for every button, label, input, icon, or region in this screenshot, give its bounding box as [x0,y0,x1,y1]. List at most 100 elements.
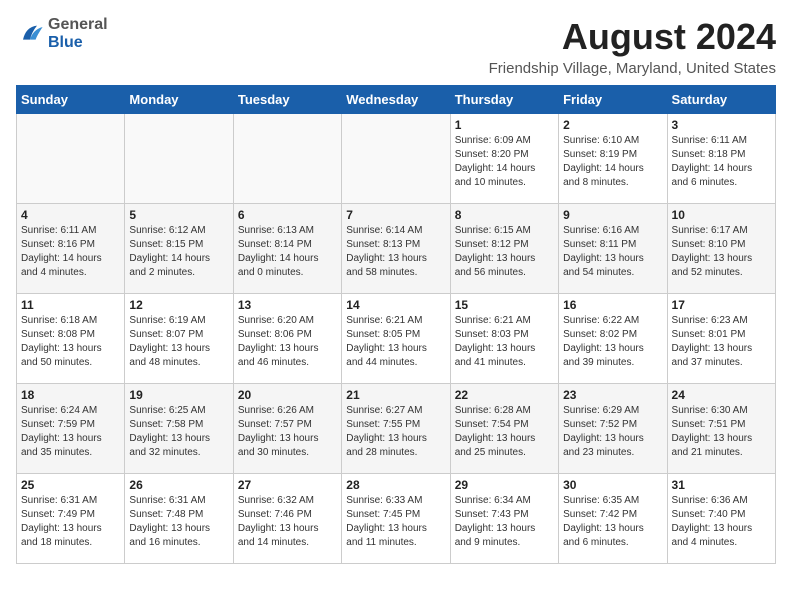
calendar-cell: 11Sunrise: 6:18 AM Sunset: 8:08 PM Dayli… [17,294,125,384]
day-info: Sunrise: 6:09 AM Sunset: 8:20 PM Dayligh… [455,134,554,190]
day-info: Sunrise: 6:35 AM Sunset: 7:42 PM Dayligh… [563,494,662,550]
calendar-cell [125,114,233,204]
week-row-1: 1 Sunrise: 6:09 AM Sunset: 8:20 PM Daylig… [17,114,776,204]
week-row-5: 25 Sunrise: 6:31 AM Sunset: 7:49 PM Dayli… [17,474,776,564]
calendar-cell: 9Sunrise: 6:16 AM Sunset: 8:11 PM Daylig… [559,204,667,294]
header-cell-sunday: Sunday [17,86,125,114]
calendar-cell: 1 Sunrise: 6:09 AM Sunset: 8:20 PM Daylig… [450,114,558,204]
header-cell-thursday: Thursday [450,86,558,114]
calendar-cell: 21 Sunrise: 6:27 AM Sunset: 7:55 PM Dayli… [342,384,450,474]
header-cell-monday: Monday [125,86,233,114]
calendar-cell: 12Sunrise: 6:19 AM Sunset: 8:07 PM Dayli… [125,294,233,384]
day-number: 28 [346,478,445,492]
day-number: 1 [455,118,554,132]
day-number: 13 [238,298,337,312]
day-info: Sunrise: 6:23 AM Sunset: 8:01 PM Dayligh… [672,314,771,370]
day-number: 30 [563,478,662,492]
week-row-3: 11Sunrise: 6:18 AM Sunset: 8:08 PM Dayli… [17,294,776,384]
calendar-cell: 8 Sunrise: 6:15 AM Sunset: 8:12 PM Daylig… [450,204,558,294]
day-info: Sunrise: 6:30 AM Sunset: 7:51 PM Dayligh… [672,404,771,460]
page-header: General Blue August 2024 Friendship Vill… [16,16,776,77]
calendar-cell: 27Sunrise: 6:32 AM Sunset: 7:46 PM Dayli… [233,474,341,564]
calendar-cell [17,114,125,204]
day-number: 8 [455,208,554,222]
header-cell-tuesday: Tuesday [233,86,341,114]
calendar-cell [233,114,341,204]
calendar-cell: 4 Sunrise: 6:11 AM Sunset: 8:16 PM Daylig… [17,204,125,294]
calendar-cell [342,114,450,204]
day-info: Sunrise: 6:24 AM Sunset: 7:59 PM Dayligh… [21,404,120,460]
logo-general: General [48,16,108,34]
day-number: 18 [21,388,120,402]
day-number: 23 [563,388,662,402]
month-title: August 2024 [489,16,776,58]
day-info: Sunrise: 6:10 AM Sunset: 8:19 PM Dayligh… [563,134,662,190]
day-number: 2 [563,118,662,132]
day-number: 6 [238,208,337,222]
calendar-table: SundayMondayTuesdayWednesdayThursdayFrid… [16,85,776,564]
calendar-cell: 19 Sunrise: 6:25 AM Sunset: 7:58 PM Dayli… [125,384,233,474]
calendar-cell: 31 Sunrise: 6:36 AM Sunset: 7:40 PM Dayli… [667,474,775,564]
calendar-cell: 28 Sunrise: 6:33 AM Sunset: 7:45 PM Dayli… [342,474,450,564]
day-info: Sunrise: 6:28 AM Sunset: 7:54 PM Dayligh… [455,404,554,460]
day-number: 11 [21,298,120,312]
day-info: Sunrise: 6:11 AM Sunset: 8:16 PM Dayligh… [21,224,120,280]
day-info: Sunrise: 6:15 AM Sunset: 8:12 PM Dayligh… [455,224,554,280]
day-info: Sunrise: 6:13 AM Sunset: 8:14 PM Dayligh… [238,224,337,280]
day-number: 4 [21,208,120,222]
calendar-cell: 14Sunrise: 6:21 AM Sunset: 8:05 PM Dayli… [342,294,450,384]
day-number: 3 [672,118,771,132]
day-number: 25 [21,478,120,492]
calendar-cell: 3 Sunrise: 6:11 AM Sunset: 8:18 PM Daylig… [667,114,775,204]
day-number: 12 [129,298,228,312]
calendar-cell: 7 Sunrise: 6:14 AM Sunset: 8:13 PM Daylig… [342,204,450,294]
logo-blue: Blue [48,34,108,52]
calendar-cell: 20Sunrise: 6:26 AM Sunset: 7:57 PM Dayli… [233,384,341,474]
day-number: 31 [672,478,771,492]
calendar-cell: 6 Sunrise: 6:13 AM Sunset: 8:14 PM Daylig… [233,204,341,294]
calendar-cell: 30 Sunrise: 6:35 AM Sunset: 7:42 PM Dayli… [559,474,667,564]
calendar-cell: 15 Sunrise: 6:21 AM Sunset: 8:03 PM Dayli… [450,294,558,384]
day-info: Sunrise: 6:25 AM Sunset: 7:58 PM Dayligh… [129,404,228,460]
day-number: 20 [238,388,337,402]
day-number: 7 [346,208,445,222]
calendar-cell: 22 Sunrise: 6:28 AM Sunset: 7:54 PM Dayli… [450,384,558,474]
day-info: Sunrise: 6:27 AM Sunset: 7:55 PM Dayligh… [346,404,445,460]
day-info: Sunrise: 6:22 AM Sunset: 8:02 PM Dayligh… [563,314,662,370]
day-number: 24 [672,388,771,402]
header-row: SundayMondayTuesdayWednesdayThursdayFrid… [17,86,776,114]
calendar-cell: 17Sunrise: 6:23 AM Sunset: 8:01 PM Dayli… [667,294,775,384]
calendar-cell: 29Sunrise: 6:34 AM Sunset: 7:43 PM Dayli… [450,474,558,564]
logo-text: General Blue [48,16,108,52]
day-number: 21 [346,388,445,402]
logo-bird-icon [16,20,44,48]
calendar-header: SundayMondayTuesdayWednesdayThursdayFrid… [17,86,776,114]
week-row-4: 18 Sunrise: 6:24 AM Sunset: 7:59 PM Dayli… [17,384,776,474]
day-number: 22 [455,388,554,402]
day-number: 15 [455,298,554,312]
logo: General Blue [16,16,108,52]
day-number: 27 [238,478,337,492]
calendar-cell: 26 Sunrise: 6:31 AM Sunset: 7:48 PM Dayli… [125,474,233,564]
day-number: 26 [129,478,228,492]
day-info: Sunrise: 6:21 AM Sunset: 8:03 PM Dayligh… [455,314,554,370]
week-row-2: 4 Sunrise: 6:11 AM Sunset: 8:16 PM Daylig… [17,204,776,294]
header-cell-friday: Friday [559,86,667,114]
day-info: Sunrise: 6:36 AM Sunset: 7:40 PM Dayligh… [672,494,771,550]
day-number: 9 [563,208,662,222]
day-info: Sunrise: 6:31 AM Sunset: 7:48 PM Dayligh… [129,494,228,550]
day-info: Sunrise: 6:14 AM Sunset: 8:13 PM Dayligh… [346,224,445,280]
header-cell-wednesday: Wednesday [342,86,450,114]
calendar-cell: 18 Sunrise: 6:24 AM Sunset: 7:59 PM Dayli… [17,384,125,474]
day-number: 19 [129,388,228,402]
day-info: Sunrise: 6:33 AM Sunset: 7:45 PM Dayligh… [346,494,445,550]
day-info: Sunrise: 6:12 AM Sunset: 8:15 PM Dayligh… [129,224,228,280]
calendar-cell: 13Sunrise: 6:20 AM Sunset: 8:06 PM Dayli… [233,294,341,384]
location-subtitle: Friendship Village, Maryland, United Sta… [489,60,776,77]
calendar-cell: 23Sunrise: 6:29 AM Sunset: 7:52 PM Dayli… [559,384,667,474]
day-number: 5 [129,208,228,222]
day-info: Sunrise: 6:11 AM Sunset: 8:18 PM Dayligh… [672,134,771,190]
day-number: 29 [455,478,554,492]
calendar-cell: 10Sunrise: 6:17 AM Sunset: 8:10 PM Dayli… [667,204,775,294]
day-info: Sunrise: 6:31 AM Sunset: 7:49 PM Dayligh… [21,494,120,550]
